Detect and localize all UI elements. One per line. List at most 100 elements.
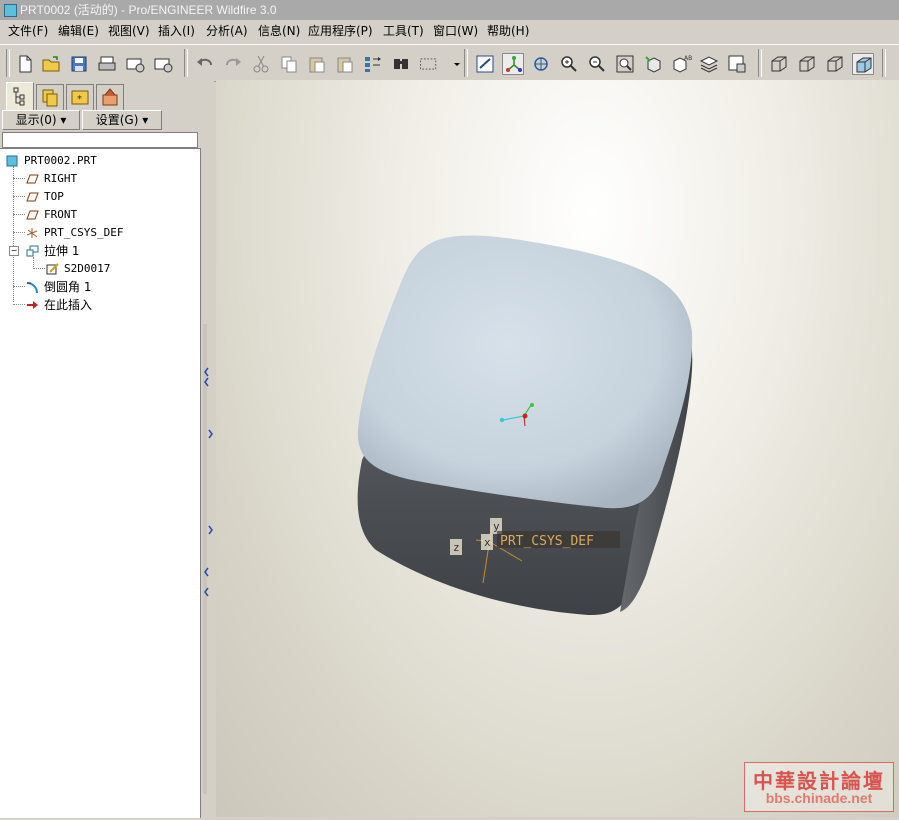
repaint-icon[interactable] [474,53,496,75]
selection-box-icon[interactable] [418,53,444,75]
tree-filter-field[interactable] [2,132,198,148]
insert-here-arrow-icon [26,299,39,311]
find-icon[interactable] [390,53,412,75]
extrude-icon [26,245,39,257]
model-tree-tab[interactable] [6,82,34,110]
tree-connector [13,214,25,215]
orient-mode-icon[interactable] [530,53,552,75]
cut-icon[interactable] [250,53,272,75]
csys-icon [26,227,39,239]
toolbar-separator [6,49,10,77]
menu-tools[interactable]: 工具(T) [383,23,424,39]
menu-info[interactable]: 信息(N) [258,23,300,39]
open-folder-icon[interactable] [40,53,62,75]
tree-item-front[interactable]: FRONT [26,207,196,223]
title-bar: PRT0002 (活动的) - Pro/ENGINEER Wildfire 3.… [0,0,899,20]
menu-insert[interactable]: 插入(I) [158,23,195,39]
tree-connector [13,196,25,197]
tree-connector [13,232,25,233]
layers-icon[interactable] [698,53,720,75]
wireframe-icon[interactable] [768,53,790,75]
datum-plane-icon [26,173,39,185]
zoom-out-icon[interactable] [586,53,608,75]
tree-item-label: RIGHT [44,172,78,185]
tree-connector [13,304,25,305]
window-title: PRT0002 (活动的) - Pro/ENGINEER Wildfire 3.… [20,3,277,17]
save-icon[interactable] [68,53,90,75]
toolbar-separator [758,49,762,77]
menu-analysis[interactable]: 分析(A) [206,23,248,39]
print-icon[interactable] [96,53,118,75]
tree-item-right[interactable]: RIGHT [26,171,196,187]
datum-plane-icon [26,191,39,203]
connections-tab[interactable] [96,84,124,110]
menu-window[interactable]: 窗口(W) [433,23,478,39]
redo-icon[interactable] [222,53,244,75]
tree-item-top[interactable]: TOP [26,189,196,205]
dropdown-arrow-icon[interactable] [446,53,460,75]
collapse-toggle[interactable]: − [9,246,19,256]
tree-root-label: PRT0002.PRT [24,154,97,167]
tree-item-round[interactable]: 倒圆角 1 [26,279,196,295]
menu-bar: 文件(F) 编辑(E) 视图(V) 插入(I) 分析(A) 信息(N) 应用程序… [0,20,899,42]
model-tree-icon [13,87,25,106]
csys-name-label: PRT_CSYS_DEF [500,534,594,549]
menu-edit[interactable]: 编辑(E) [58,23,99,39]
model-top-face [357,235,693,509]
tree-root[interactable]: PRT0002.PRT [6,153,196,169]
app-icon [4,4,17,17]
paste-icon[interactable] [306,53,328,75]
folder-browser-tab[interactable] [36,84,64,110]
watermark-url: bbs.chinade.net [765,790,873,806]
tree-item-extrude[interactable]: 拉伸 1 [26,243,196,259]
no-hidden-icon[interactable] [824,53,846,75]
svg-text:*: * [77,94,82,105]
tree-item-label: 拉伸 1 [44,244,80,258]
menu-help[interactable]: 帮助(H) [487,23,529,39]
reorient-icon[interactable] [642,53,664,75]
spin-center-icon[interactable] [502,53,524,75]
graphics-viewport[interactable]: y z x PRT_CSYS_DEF [216,80,899,817]
undo-icon[interactable] [194,53,216,75]
menu-view[interactable]: 视图(V) [108,23,150,39]
tree-item-label: S2D0017 [64,262,111,275]
tree-item-label: 在此插入 [44,298,93,312]
show-dropdown-button[interactable]: 显示(0) ▾ [2,110,80,130]
email-link-icon[interactable] [152,53,174,75]
saved-views-icon[interactable]: AB [670,53,692,75]
shading-icon[interactable] [852,53,874,75]
email-icon[interactable] [124,53,146,75]
tree-connector [13,166,14,302]
tree-connector [33,268,45,269]
model-graphic: y z x PRT_CSYS_DEF [357,235,693,616]
panel-sash[interactable] [202,80,214,817]
refit-icon[interactable] [614,53,636,75]
tree-item-sketch[interactable]: S2D0017 [46,261,196,277]
hidden-line-icon[interactable] [796,53,818,75]
sketch-icon [46,263,59,275]
csys-x-label: x [484,536,491,549]
regenerate-icon[interactable] [362,53,384,75]
tree-item-csys[interactable]: PRT_CSYS_DEF [26,225,196,241]
view-manager-icon[interactable] [726,53,748,75]
copy-icon[interactable] [278,53,300,75]
toolbar-separator [882,49,886,77]
site-watermark: 中華設計論壇 bbs.chinade.net [744,762,894,812]
round-icon [26,281,39,294]
settings-dropdown-button[interactable]: 设置(G) ▾ [82,110,162,130]
favorites-icon: * [71,90,89,105]
menu-file[interactable]: 文件(F) [8,23,48,39]
svg-text:AB: AB [684,55,692,62]
tree-item-insert-here[interactable]: 在此插入 [26,297,196,313]
csys-z-label: z [453,541,460,554]
new-file-icon[interactable] [14,53,36,75]
connections-icon [102,88,118,106]
paste-special-icon[interactable] [334,53,356,75]
zoom-in-icon[interactable] [558,53,580,75]
tree-item-label: PRT_CSYS_DEF [44,226,124,239]
folder-browser-icon [42,89,58,107]
favorites-tab[interactable]: * [66,84,94,110]
toolbar-separator [184,49,188,77]
triad-origin [522,413,528,419]
menu-applications[interactable]: 应用程序(P) [308,23,373,39]
